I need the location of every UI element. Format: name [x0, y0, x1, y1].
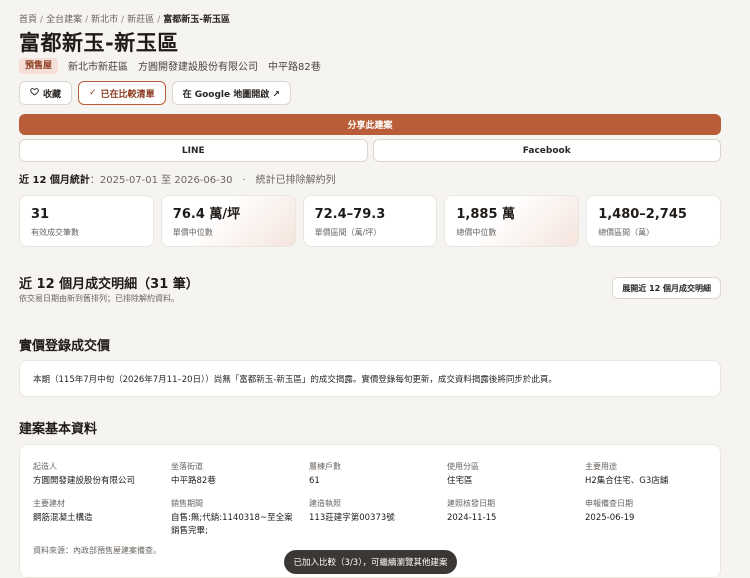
- info-value: 鋼筋混凝土構造: [33, 513, 93, 523]
- breadcrumb: 首頁 / 全台建案 / 新北市 / 新莊區 / 富都新玉-新玉區: [19, 12, 230, 25]
- info-field: 銷售期間自售:無;代銷:1140318~至全案銷售完畢;: [171, 498, 309, 538]
- info-value: 自售:無;代銷:1140318~至全案銷售完畢;: [171, 513, 293, 536]
- google-maps-button[interactable]: 在 Google 地圖開啟 ↗: [171, 81, 291, 105]
- stat-label: 有效成交筆數: [31, 228, 79, 237]
- notice-text: 本期（115年7月中旬（2026年7月11–20日））尚無「富都新玉-新玉區」的…: [33, 374, 557, 385]
- stat-value: 72.4–79.3: [314, 207, 386, 222]
- info-value: 2024-11-15: [447, 513, 497, 523]
- expand-transactions-button[interactable]: 展開近 12 個月成交明細: [612, 277, 721, 299]
- info-key: 主要用途: [585, 462, 617, 471]
- data-source-note: 資料來源：內政部預售屋建案備查。: [33, 546, 161, 555]
- share-label: 分享此建案: [347, 121, 393, 131]
- info-value: H2集合住宅、G3店鋪: [585, 476, 669, 486]
- compare-toast: 已加入比較（3/3），可繼續瀏覽其他建案: [284, 550, 457, 574]
- basic-info-grid: 起造人方圓開發建設股份有限公司 坐落街道中平路82巷 層棟戶數 61 使用分區住宅…: [33, 461, 723, 538]
- info-field: 層棟戶數 61: [309, 461, 447, 488]
- info-key: 申報備查日期: [585, 499, 633, 508]
- stat-card-total-price-median: 1,885 萬 總價中位數: [444, 195, 580, 247]
- info-value: 2025-06-19: [585, 513, 635, 523]
- breadcrumb-separator: /: [121, 15, 125, 25]
- info-key: 建造執照: [309, 499, 341, 508]
- breadcrumb-separator: /: [157, 15, 161, 25]
- info-field: 主要建材鋼筋混凝土構造: [33, 498, 171, 538]
- info-field: 建照核發日期 2024-11-15: [447, 498, 585, 538]
- stat-value: 1,480–2,745: [598, 207, 687, 222]
- breadcrumb-link-city[interactable]: 新北市: [91, 15, 118, 25]
- info-field: 主要用途 H2集合住宅、G3店鋪: [585, 461, 723, 488]
- heart-icon: [30, 87, 39, 99]
- check-icon: ✓: [89, 88, 97, 98]
- favorite-label: 收藏: [43, 89, 62, 100]
- stat-card-unit-price-range: 72.4–79.3 單價區間（萬/坪）: [302, 195, 438, 247]
- info-field: 起造人方圓開發建設股份有限公司: [33, 461, 171, 488]
- info-key: 坐落街道: [171, 462, 203, 471]
- info-value: 61: [309, 476, 320, 486]
- info-field: 坐落街道中平路82巷: [171, 461, 309, 488]
- info-key: 銷售期間: [171, 499, 203, 508]
- stat-label: 單價中位數: [172, 228, 213, 237]
- google-maps-label: 在 Google 地圖開啟 ↗: [182, 89, 280, 100]
- info-field: 使用分區 住宅區: [447, 461, 585, 488]
- compare-label: 已在比較清單: [100, 89, 155, 100]
- stats-cards: 31 有效成交筆數 76.4 萬/坪 單價中位數 72.4–79.3 單價區間（…: [19, 195, 721, 247]
- share-facebook-button[interactable]: Facebook: [372, 139, 721, 162]
- stats-period: 近 12 個月統計：2025-07-01 至 2026-06-30 · 統計已排…: [19, 171, 336, 186]
- basic-info-title: 建案基本資料: [19, 422, 98, 437]
- stat-label: 單價區間（萬/坪）: [314, 228, 382, 237]
- stat-card-count: 31 有效成交筆數: [19, 195, 154, 247]
- real-price-title: 實價登錄成交價: [19, 339, 111, 354]
- share-button[interactable]: 分享此建案: [19, 114, 721, 135]
- stat-value: 31: [31, 207, 50, 222]
- action-bar: 收藏 ✓ 已在比較清單 在 Google 地圖開啟 ↗: [19, 81, 291, 105]
- info-key: 使用分區: [447, 462, 479, 471]
- breadcrumb-link-district[interactable]: 新莊區: [127, 15, 154, 25]
- transactions-subtitle: 依交易日期由新到舊排列；已排除解約資料。: [19, 294, 179, 303]
- compare-button[interactable]: ✓ 已在比較清單: [78, 81, 166, 105]
- project-address: 中平路82巷: [268, 62, 321, 73]
- info-key: 層棟戶數: [309, 462, 341, 471]
- info-field: 申報備查日期 2025-06-19: [585, 498, 723, 538]
- breadcrumb-current: 富都新玉-新玉區: [163, 15, 230, 25]
- stat-card-unit-price-median: 76.4 萬/坪 單價中位數: [160, 195, 296, 247]
- breadcrumb-link-all-projects[interactable]: 全台建案: [46, 15, 82, 25]
- stats-period-label: 近 12 個月統計: [19, 175, 90, 186]
- transactions-title: 近 12 個月成交明細（31 筆）: [19, 277, 199, 292]
- stat-label: 總價中位數: [456, 228, 497, 237]
- page-title: 富都新玉-新玉區: [19, 31, 179, 55]
- info-key: 主要建材: [33, 499, 65, 508]
- info-key: 建照核發日期: [447, 499, 495, 508]
- info-value: 中平路82巷: [171, 476, 216, 486]
- breadcrumb-link-home[interactable]: 首頁: [19, 15, 37, 25]
- info-value: 方圓開發建設股份有限公司: [33, 476, 136, 486]
- stat-value: 76.4 萬/坪: [172, 207, 241, 222]
- favorite-button[interactable]: 收藏: [19, 81, 73, 105]
- project-developer: 方圓開發建設股份有限公司: [138, 62, 259, 73]
- share-line-button[interactable]: LINE: [19, 139, 368, 162]
- info-key: 起造人: [33, 462, 57, 471]
- stat-card-total-price-range: 1,480–2,745 總價區間（萬）: [586, 195, 721, 247]
- stats-period-range: ：2025-07-01 至 2026-06-30 · 統計已排除解約列: [89, 175, 336, 186]
- project-location: 新北市新莊區: [68, 62, 129, 73]
- breadcrumb-separator: /: [85, 15, 89, 25]
- info-value: 住宅區: [447, 476, 473, 486]
- social-share-row: LINE Facebook: [19, 139, 721, 162]
- stat-label: 總價區間（萬）: [598, 228, 655, 237]
- project-meta: 預售屋 新北市新莊區 方圓開發建設股份有限公司 中平路82巷: [19, 57, 321, 74]
- info-value: 113莊建字第00373號: [309, 513, 395, 523]
- stat-value: 1,885 萬: [456, 207, 516, 222]
- real-price-notice: 本期（115年7月中旬（2026年7月11–20日））尚無「富都新玉-新玉區」的…: [19, 360, 721, 397]
- status-badge: 預售屋: [19, 57, 59, 74]
- breadcrumb-separator: /: [40, 15, 44, 25]
- info-field: 建造執照 113莊建字第00373號: [309, 498, 447, 538]
